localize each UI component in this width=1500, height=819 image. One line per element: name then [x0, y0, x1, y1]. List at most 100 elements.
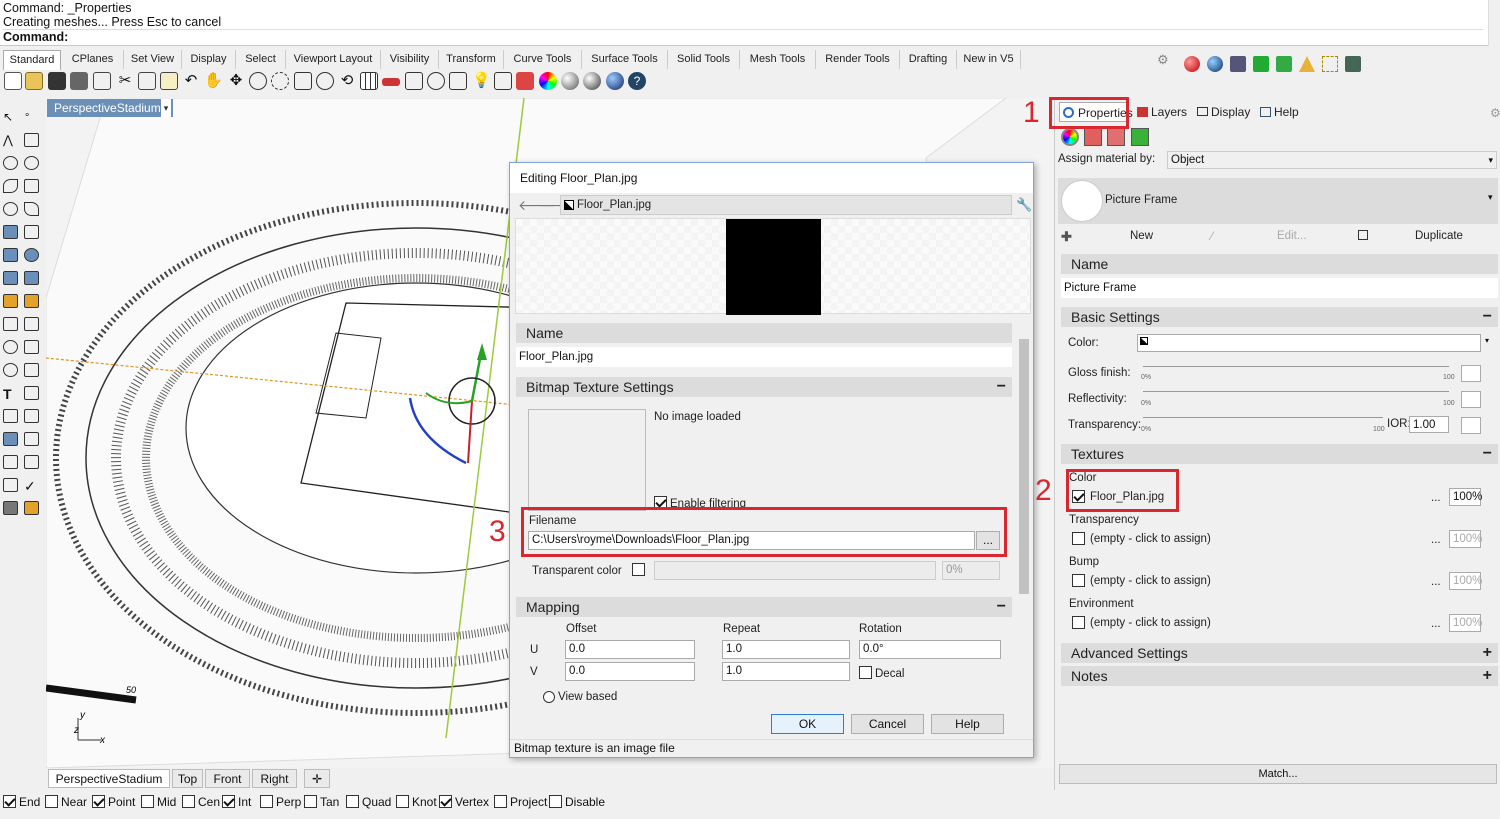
tab-standard[interactable]: Standard [3, 50, 61, 70]
select-icon[interactable] [405, 72, 423, 90]
split-icon[interactable] [3, 317, 18, 331]
freeform-icon[interactable] [24, 202, 39, 216]
copy-icon[interactable] [138, 72, 156, 90]
decal-icon[interactable] [1276, 56, 1292, 72]
rectangle-icon[interactable] [24, 179, 39, 193]
match-button[interactable]: Match... [1059, 764, 1497, 784]
render-sphere-icon[interactable] [561, 72, 579, 90]
chevron-down-icon[interactable]: ▾ [1485, 336, 1489, 345]
tab-layers[interactable]: Layers [1135, 102, 1187, 122]
curve-icon[interactable] [24, 133, 39, 147]
tex-bump-dots[interactable]: ... [1431, 576, 1441, 588]
tab-viewport-layout[interactable]: Viewport Layout [286, 50, 381, 69]
tab-select[interactable]: Select [236, 50, 286, 69]
trim-icon[interactable] [24, 294, 39, 308]
pan-icon[interactable]: ✋ [204, 72, 223, 90]
osnap-knot[interactable]: Knot [396, 794, 437, 810]
color-wheel-icon[interactable] [539, 72, 557, 90]
tex-color-amount[interactable]: 100% [1449, 488, 1482, 506]
tex-bump-checkbox[interactable] [1072, 574, 1088, 588]
decal-checkbox[interactable]: Decal [859, 666, 904, 680]
decals-icon[interactable] [1107, 128, 1125, 146]
move-icon[interactable] [24, 432, 39, 446]
help-icon[interactable]: ? [628, 72, 646, 90]
tab-surface-tools[interactable]: Surface Tools [582, 50, 668, 69]
transparent-color-checkbox[interactable] [632, 563, 648, 577]
material-preview-row[interactable]: Picture Frame ▾ [1058, 178, 1498, 224]
zoom-icon[interactable] [249, 72, 267, 90]
surface-icon[interactable] [3, 225, 18, 239]
transparency-value[interactable] [1461, 417, 1481, 434]
command-prompt[interactable]: Command: [3, 29, 1483, 44]
arc-icon[interactable] [3, 179, 18, 193]
assign-material-select[interactable]: Object ▾ [1167, 151, 1497, 169]
polyline-icon[interactable]: ⋀ [3, 133, 18, 147]
save-icon[interactable] [48, 72, 66, 90]
mirror-icon[interactable] [24, 409, 39, 423]
import-icon[interactable] [93, 72, 111, 90]
tab-perspectivestadium[interactable]: PerspectiveStadium [48, 769, 170, 788]
point-icon[interactable]: ∘ [24, 110, 39, 124]
sphere-icon[interactable] [24, 248, 39, 262]
texture-paint-icon[interactable] [1084, 128, 1102, 146]
add-viewport-icon[interactable]: ✛ [304, 769, 330, 788]
polygon-icon[interactable] [3, 202, 18, 216]
tab-transform[interactable]: Transform [439, 50, 504, 69]
basic-settings-header[interactable]: Basic Settings − [1061, 307, 1498, 327]
gloss-slider[interactable] [1143, 366, 1449, 367]
pointer-icon[interactable]: ↖ [3, 110, 18, 124]
transparent-color-swatch[interactable] [654, 561, 936, 580]
osnap-perp[interactable]: Perp [260, 794, 301, 810]
lock-icon[interactable] [494, 72, 512, 90]
tab-front[interactable]: Front [205, 769, 250, 788]
tab-display-panel[interactable]: Display [1195, 102, 1250, 122]
tab-cplanes[interactable]: CPlanes [62, 50, 124, 69]
rotate-view-icon[interactable]: ✥ [227, 72, 245, 90]
command-scrollbar[interactable] [1488, 0, 1500, 46]
ok-button[interactable]: OK [771, 714, 844, 734]
ior-field[interactable]: 1.00 [1409, 416, 1449, 433]
dimension-icon[interactable] [24, 386, 39, 400]
panel-gear-icon[interactable]: ⚙ [1490, 106, 1500, 120]
advanced-settings-header[interactable]: Advanced Settings + [1061, 643, 1498, 663]
box-icon[interactable] [3, 248, 18, 262]
car-icon[interactable] [382, 78, 400, 86]
shaded-sphere-icon[interactable] [583, 72, 601, 90]
tex-transparency-amount[interactable]: 100% [1449, 530, 1482, 548]
new-material-icon[interactable]: ✚ [1061, 229, 1072, 245]
transparency-slider[interactable] [1143, 417, 1383, 418]
tab-set-view[interactable]: Set View [124, 50, 182, 69]
color-swatch[interactable] [1137, 334, 1481, 352]
tab-display[interactable]: Display [182, 50, 236, 69]
notes-header[interactable]: Notes + [1061, 666, 1498, 686]
osnap-vertex[interactable]: Vertex [439, 794, 489, 810]
cut-icon[interactable]: ✂ [116, 72, 134, 90]
help-button[interactable]: Help [931, 714, 1004, 734]
edit-button[interactable]: Edit... [1277, 230, 1306, 242]
zoom-window-icon[interactable] [271, 72, 289, 90]
join-icon[interactable] [24, 317, 39, 331]
transparent-color-percent[interactable]: 0% [942, 561, 1000, 580]
tex-environment-checkbox[interactable] [1072, 616, 1088, 630]
osnap-mid[interactable]: Mid [141, 794, 176, 810]
light-icon[interactable]: 💡 [472, 72, 491, 90]
tab-drafting[interactable]: Drafting [900, 50, 957, 69]
blue-material-icon[interactable] [1207, 56, 1223, 72]
cancel-button[interactable]: Cancel [851, 714, 924, 734]
new-button[interactable]: New [1130, 230, 1153, 242]
osnap-project[interactable]: Project [494, 794, 547, 810]
open-folder-icon[interactable] [25, 72, 43, 90]
wrench-icon[interactable]: 🔧 [1016, 197, 1032, 213]
ellipse-icon[interactable] [24, 156, 39, 170]
red-material-icon[interactable] [1184, 56, 1200, 72]
tab-render-tools[interactable]: Render Tools [816, 50, 900, 69]
dialog-titlebar[interactable]: Editing Floor_Plan.jpg [510, 163, 1033, 193]
dialog-scrollbar[interactable] [1017, 323, 1031, 713]
group-icon[interactable] [24, 340, 39, 354]
osnap-point[interactable]: Point [92, 794, 135, 810]
gloss-value[interactable] [1461, 365, 1481, 382]
viewport-title[interactable]: PerspectiveStadium ▾ [47, 99, 173, 117]
tex-environment-empty[interactable]: (empty - click to assign) [1090, 617, 1211, 629]
reflectivity-slider[interactable] [1143, 391, 1449, 392]
distance-icon[interactable] [427, 72, 445, 90]
